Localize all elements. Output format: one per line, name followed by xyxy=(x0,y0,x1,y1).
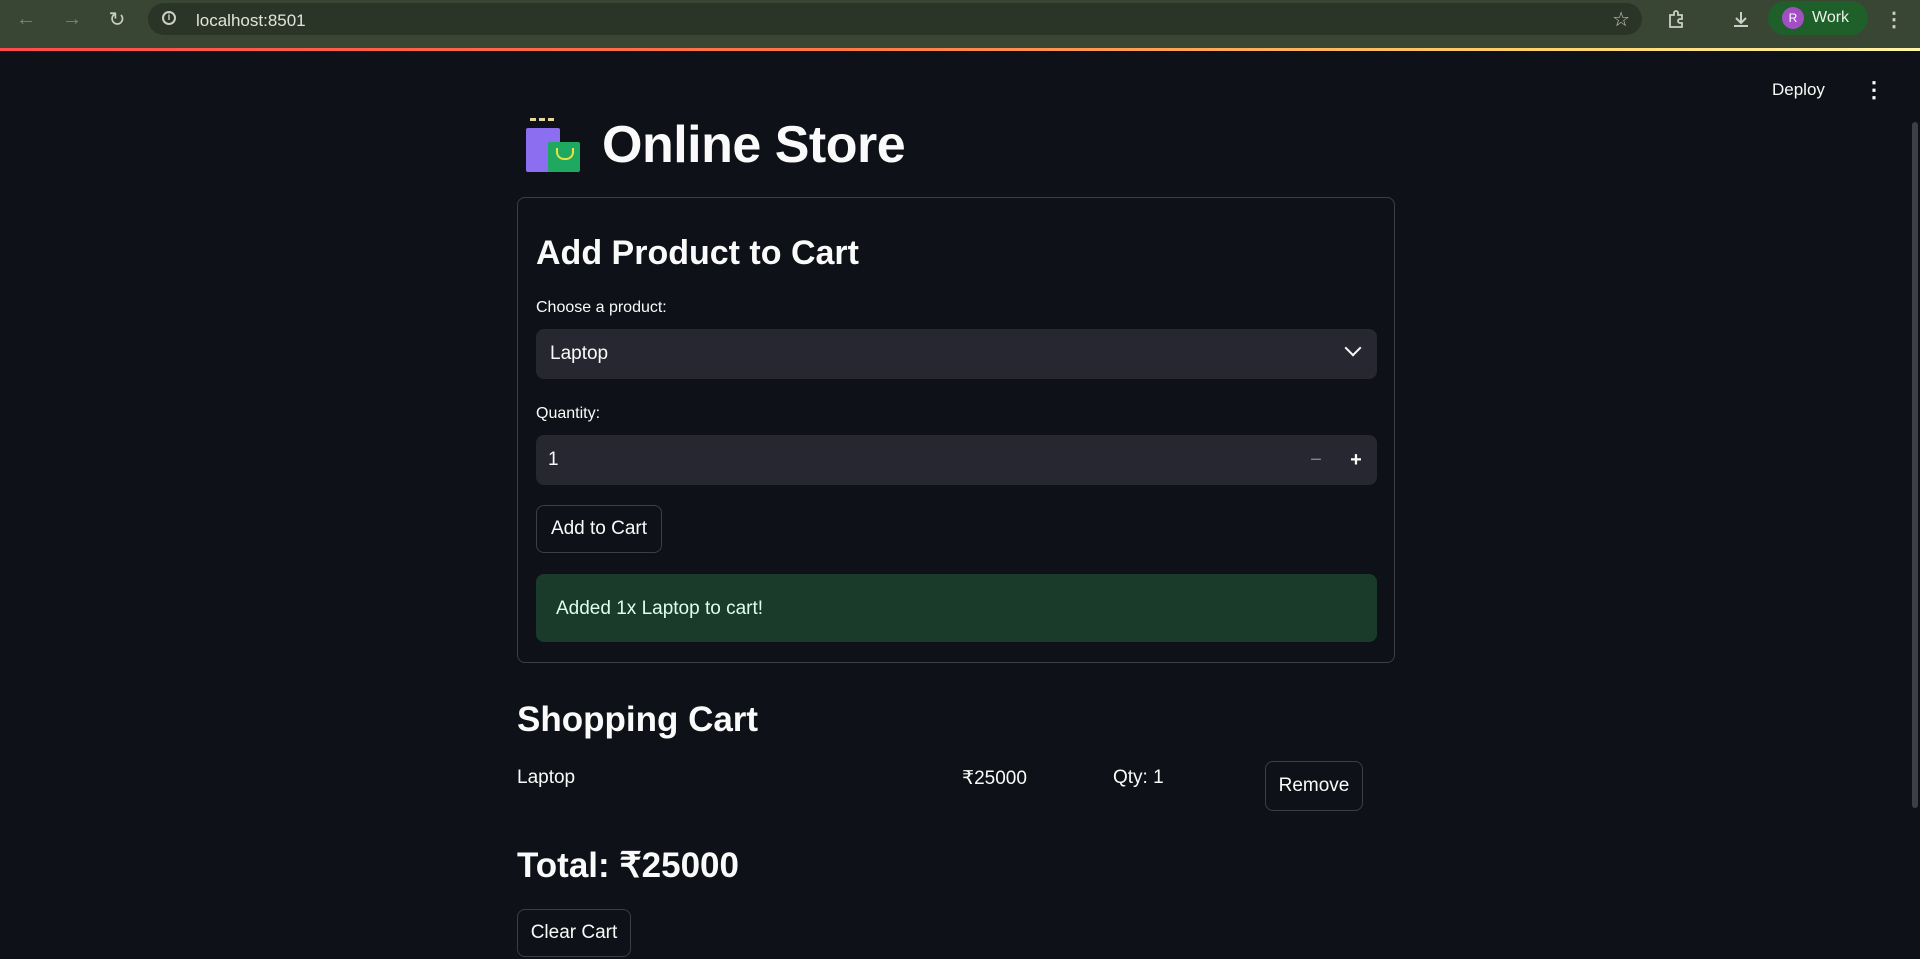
clear-cart-button[interactable]: Clear Cart xyxy=(517,909,631,957)
url-text[interactable]: localhost:8501 xyxy=(196,11,306,31)
chevron-down-icon[interactable] xyxy=(1344,339,1362,357)
deploy-button[interactable]: Deploy xyxy=(1772,80,1825,100)
cart-total: Total: ₹25000 xyxy=(517,846,739,885)
quantity-label: Quantity: xyxy=(536,405,601,422)
download-icon[interactable] xyxy=(1725,6,1757,32)
page-title-text: Online Store xyxy=(602,116,906,174)
star-icon[interactable]: ☆ xyxy=(1612,7,1630,32)
shopping-bags-icon xyxy=(522,116,584,174)
product-select-value[interactable]: Laptop xyxy=(550,343,608,365)
cart-heading: Shopping Cart xyxy=(517,700,759,739)
profile-name: Work xyxy=(1812,9,1850,26)
product-select[interactable]: Laptop xyxy=(536,329,1377,379)
loading-bar xyxy=(0,48,1920,51)
quantity-stepper[interactable]: 1 − + xyxy=(536,435,1377,485)
success-message: Added 1x Laptop to cart! xyxy=(556,598,764,619)
form-heading: Add Product to Cart xyxy=(536,234,859,272)
info-icon[interactable]: i xyxy=(162,11,176,25)
back-icon[interactable]: ← xyxy=(10,6,42,32)
profile-button[interactable]: R Work xyxy=(1768,1,1868,35)
avatar: R xyxy=(1782,7,1804,29)
browser-toolbar: ← → ↻ i localhost:8501 ☆ R Work ⋮ xyxy=(0,0,1920,49)
cart-item-price: ₹25000 xyxy=(962,768,1027,789)
reload-icon[interactable]: ↻ xyxy=(101,6,133,32)
remove-button[interactable]: Remove xyxy=(1265,761,1363,811)
add-product-form: Add Product to Cart Choose a product: La… xyxy=(517,197,1395,663)
forward-icon[interactable]: → xyxy=(56,6,88,32)
extensions-icon[interactable] xyxy=(1660,6,1692,32)
product-label: Choose a product: xyxy=(536,299,667,316)
add-to-cart-button[interactable]: Add to Cart xyxy=(536,505,662,553)
main-menu-icon[interactable]: ⋮ xyxy=(1863,79,1885,102)
menu-icon[interactable]: ⋮ xyxy=(1878,6,1910,32)
scrollbar[interactable] xyxy=(1912,122,1918,808)
cart-item-name: Laptop xyxy=(517,767,576,788)
address-bar[interactable]: i localhost:8501 ☆ xyxy=(148,3,1642,35)
minus-icon[interactable]: − xyxy=(1301,445,1331,475)
cart-item-qty: Qty: 1 xyxy=(1113,767,1164,788)
plus-icon[interactable]: + xyxy=(1341,445,1371,475)
success-alert: Added 1x Laptop to cart! xyxy=(536,574,1377,642)
page-title: Online Store xyxy=(522,112,906,178)
quantity-input[interactable]: 1 xyxy=(548,449,559,471)
